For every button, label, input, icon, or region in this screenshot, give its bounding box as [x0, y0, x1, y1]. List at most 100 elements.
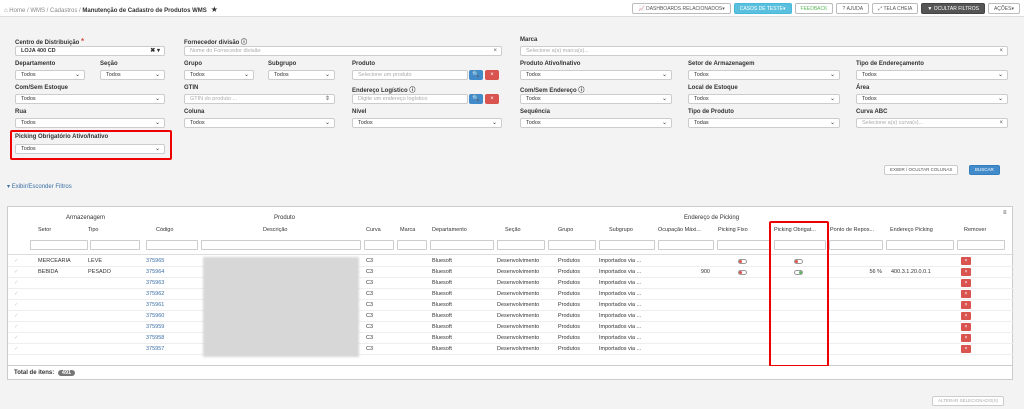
- filter-setor[interactable]: [30, 240, 88, 250]
- marca-clear-icon[interactable]: ×: [999, 47, 1003, 55]
- remove-row-button[interactable]: ×: [961, 345, 971, 353]
- cell-codigo[interactable]: 375962: [146, 291, 164, 297]
- remove-row-button[interactable]: ×: [961, 290, 971, 298]
- picking-fixo-toggle[interactable]: [738, 259, 747, 264]
- col-ocupacao[interactable]: Ocupação Máxi...: [658, 227, 701, 233]
- cell-codigo[interactable]: 375960: [146, 313, 164, 319]
- curva-input[interactable]: Selecione a(s) curva(s)... ×: [856, 118, 1008, 128]
- row-checkbox[interactable]: ✓: [14, 291, 19, 297]
- subg-select[interactable]: Todos ⌄: [268, 70, 335, 80]
- filter-end-picking[interactable]: [886, 240, 954, 250]
- dashboards-button[interactable]: 📈 DASHBOARDS RELACIONADOS ▾: [632, 3, 731, 14]
- col-grupo[interactable]: Grupo: [558, 227, 573, 233]
- col-end-picking[interactable]: Endereço Picking: [890, 227, 933, 233]
- alterar-selecionados-button[interactable]: ALTERAR SELECIONADO(S): [932, 396, 1005, 406]
- filter-secao[interactable]: [497, 240, 545, 250]
- remove-row-button[interactable]: ×: [961, 334, 971, 342]
- cell-codigo[interactable]: 375958: [146, 335, 164, 341]
- col-codigo[interactable]: Código: [156, 227, 173, 233]
- col-descricao[interactable]: Descrição: [263, 227, 287, 233]
- remove-row-button[interactable]: ×: [961, 301, 971, 309]
- star-icon[interactable]: ★: [211, 5, 218, 14]
- produto-search-button[interactable]: 🔍: [469, 70, 483, 80]
- col-tipo[interactable]: Tipo: [88, 227, 99, 233]
- remove-row-button[interactable]: ×: [961, 323, 971, 331]
- produto-clear-button[interactable]: ×: [485, 70, 499, 80]
- casos-teste-button[interactable]: CASOS DE TESTE ▾: [733, 3, 792, 14]
- filter-ponto-repos[interactable]: [829, 240, 883, 250]
- ajuda-button[interactable]: ? AJUDA: [836, 3, 870, 14]
- sec-select[interactable]: Todos ⌄: [100, 70, 165, 80]
- cell-codigo[interactable]: 375963: [146, 280, 164, 286]
- filter-tipo[interactable]: [90, 240, 140, 250]
- endlog-clear-button[interactable]: ×: [485, 94, 499, 104]
- table-row[interactable]: ✓ 375959 C3 Bluesoft Desenvolvimento Produtos…: [8, 322, 1014, 333]
- col-secao[interactable]: Seção: [505, 227, 521, 233]
- produto-input[interactable]: Selecione um produto: [352, 70, 468, 80]
- table-row[interactable]: ✓ 375957 C3 Bluesoft Desenvolvimento Produtos…: [8, 344, 1014, 355]
- gtin-stepper-icon[interactable]: ⇕: [325, 95, 330, 103]
- filter-grupo[interactable]: [548, 240, 596, 250]
- table-row[interactable]: ✓ BEBIDA PESADO 375964 C3 Bluesoft Desenvolvim…: [8, 267, 1014, 278]
- feedback-button[interactable]: FEEDBACK: [794, 3, 834, 14]
- col-picking-fixo[interactable]: Picking Fixo: [718, 227, 748, 233]
- col-curva[interactable]: Curva: [366, 227, 381, 233]
- fornecedor-input[interactable]: Nome do Fornecedor divisão ×: [184, 46, 502, 56]
- col-marca[interactable]: Marca: [400, 227, 415, 233]
- picking-fixo-toggle[interactable]: [738, 270, 747, 275]
- cell-codigo[interactable]: 375965: [146, 258, 164, 264]
- nivel-select[interactable]: Todos ⌄: [352, 118, 502, 128]
- exibir-colunas-button[interactable]: EXIBIR / OCULTAR COLUNAS: [884, 165, 959, 175]
- filter-descricao[interactable]: [201, 240, 361, 250]
- filter-dep[interactable]: [430, 240, 494, 250]
- tipoprod-select[interactable]: Todas ⌄: [688, 118, 840, 128]
- remove-row-button[interactable]: ×: [961, 268, 971, 276]
- acoes-button[interactable]: AÇÕES ▾: [987, 3, 1020, 14]
- cd-clear-icon[interactable]: ✖ ▾: [150, 47, 160, 55]
- col-remover[interactable]: Remover: [964, 227, 986, 233]
- table-row[interactable]: ✓ 375958 C3 Bluesoft Desenvolvimento Produtos…: [8, 333, 1014, 344]
- gtin-input[interactable]: GTIN do produto ... ⇕: [184, 94, 335, 104]
- row-checkbox[interactable]: ✓: [14, 335, 19, 341]
- cell-codigo[interactable]: 375957: [146, 346, 164, 352]
- row-checkbox[interactable]: ✓: [14, 324, 19, 330]
- row-checkbox[interactable]: ✓: [14, 269, 19, 275]
- cell-codigo[interactable]: 375959: [146, 324, 164, 330]
- filter-ocupacao[interactable]: [658, 240, 714, 250]
- cell-codigo[interactable]: 375964: [146, 269, 164, 275]
- row-checkbox[interactable]: ✓: [14, 313, 19, 319]
- row-checkbox[interactable]: ✓: [14, 258, 19, 264]
- curva-clear-icon[interactable]: ×: [999, 119, 1003, 127]
- filter-subgrupo[interactable]: [599, 240, 655, 250]
- grid-menu-icon[interactable]: ≡: [1003, 210, 1007, 216]
- table-row[interactable]: ✓ MERCEARIA LEVE 375965 C3 Bluesoft Desenvolvi…: [8, 256, 1014, 267]
- breadcrumb-cadastros[interactable]: Cadastros: [50, 8, 77, 14]
- col-subgrupo[interactable]: Subgrupo: [609, 227, 633, 233]
- row-checkbox[interactable]: ✓: [14, 302, 19, 308]
- table-row[interactable]: ✓ 375961 C3 Bluesoft Desenvolvimento Produtos…: [8, 300, 1014, 311]
- filter-remover[interactable]: [957, 240, 1005, 250]
- coluna-select[interactable]: Todos ⌄: [184, 118, 335, 128]
- area-select[interactable]: Todos ⌄: [856, 94, 1008, 104]
- marca-input[interactable]: Selecione a(s) marca(s)... ×: [520, 46, 1008, 56]
- filter-marca[interactable]: [397, 240, 427, 250]
- grupo-select[interactable]: Todos ⌄: [184, 70, 254, 80]
- filter-curva[interactable]: [364, 240, 394, 250]
- filter-picking-fixo[interactable]: [717, 240, 771, 250]
- col-dep[interactable]: Departamento: [432, 227, 467, 233]
- setor-select[interactable]: Todos ⌄: [688, 70, 840, 80]
- remove-row-button[interactable]: ×: [961, 257, 971, 265]
- forn-clear-icon[interactable]: ×: [493, 47, 497, 55]
- ocultar-filtros-button[interactable]: ▼ OCULTAR FILTROS: [921, 3, 985, 14]
- remove-row-button[interactable]: ×: [961, 312, 971, 320]
- table-row[interactable]: ✓ 375962 C3 Bluesoft Desenvolvimento Produtos…: [8, 289, 1014, 300]
- filter-codigo[interactable]: [146, 240, 198, 250]
- tela-cheia-button[interactable]: ⤢ TELA CHEIA: [872, 3, 919, 14]
- cell-codigo[interactable]: 375961: [146, 302, 164, 308]
- seq-select[interactable]: Todos ⌄: [520, 118, 672, 128]
- breadcrumb-home[interactable]: Home: [9, 8, 25, 14]
- endlog-input[interactable]: Digite um endereço logístico: [352, 94, 468, 104]
- table-row[interactable]: ✓ 375960 C3 Bluesoft Desenvolvimento Produtos…: [8, 311, 1014, 322]
- comsem-select[interactable]: Todos ⌄: [15, 94, 165, 104]
- col-ponto-repos[interactable]: Ponto de Repos...: [830, 227, 874, 233]
